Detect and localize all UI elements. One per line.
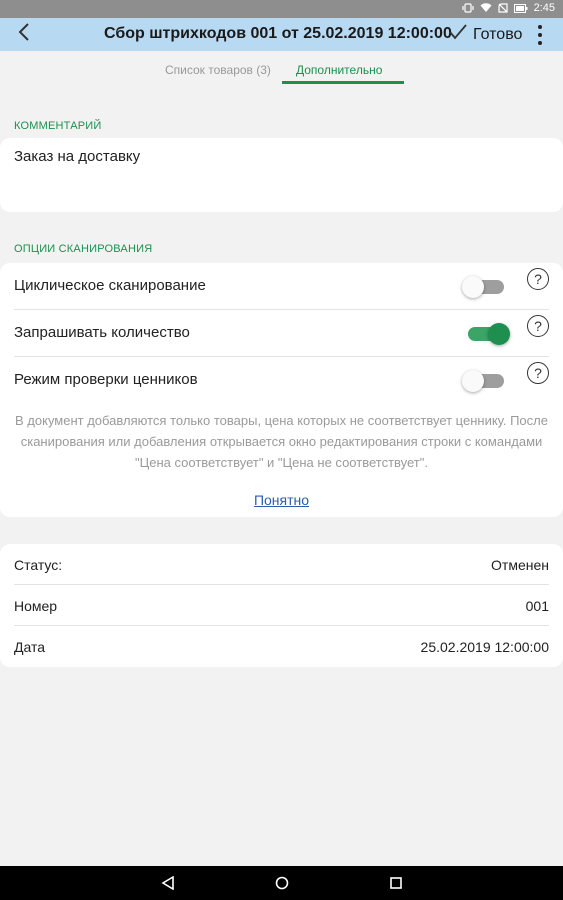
no-sim-icon xyxy=(497,3,508,13)
toggle-thumb xyxy=(462,276,484,298)
toggle-thumb xyxy=(462,370,484,392)
understood-link-wrap: Понятно xyxy=(0,492,563,510)
understood-link[interactable]: Понятно xyxy=(254,492,309,508)
active-tab-indicator xyxy=(282,81,404,84)
battery-icon xyxy=(513,3,528,13)
chevron-left-icon xyxy=(18,22,30,46)
comment-section-header: КОММЕНТАРИЙ xyxy=(14,120,102,132)
tab-bar: Список товаров (3) Дополнительно xyxy=(0,51,563,87)
menu-dot xyxy=(538,33,542,37)
more-vert-icon[interactable] xyxy=(535,23,545,47)
option-ask-quantity: Запрашивать количество ? xyxy=(0,310,563,357)
checkmark-icon xyxy=(449,24,467,45)
option-price-check: Режим проверки ценников ? xyxy=(0,357,563,404)
date-value: 25.02.2019 12:00:00 xyxy=(420,639,549,655)
done-button[interactable]: Готово xyxy=(449,24,522,45)
help-icon[interactable]: ? xyxy=(527,268,549,290)
price-check-hint: В документ добавляются только товары, це… xyxy=(15,413,548,470)
status-bar: 2:45 xyxy=(0,0,563,18)
scan-options-header: ОПЦИИ СКАНИРОВАНИЯ xyxy=(14,243,153,255)
done-label: Готово xyxy=(473,25,523,43)
menu-dot xyxy=(538,41,542,45)
comment-field[interactable]: Заказ на доставку xyxy=(14,148,140,165)
info-row-date: Дата 25.02.2019 12:00:00 xyxy=(0,626,563,667)
help-icon[interactable]: ? xyxy=(527,315,549,337)
cyclic-scan-toggle[interactable] xyxy=(462,276,506,298)
info-label: Номер xyxy=(14,598,58,614)
ask-quantity-toggle[interactable] xyxy=(462,323,510,345)
toggle-thumb xyxy=(488,323,510,345)
info-row-status: Статус: Отменен xyxy=(0,544,563,585)
page-title: Сбор штрихкодов 001 от 25.02.2019 12:00:… xyxy=(104,25,452,42)
tab-goods-list[interactable]: Список товаров (3) xyxy=(165,63,271,77)
option-label: Запрашивать количество xyxy=(14,324,190,341)
document-info-card: Статус: Отменен Номер 001 Дата 25.02.201… xyxy=(0,544,563,667)
price-check-toggle[interactable] xyxy=(462,370,506,392)
info-label: Статус: xyxy=(14,557,63,573)
back-button[interactable] xyxy=(14,22,34,46)
tab-additional[interactable]: Дополнительно xyxy=(296,63,382,77)
wifi-icon xyxy=(480,3,492,13)
status-icons: 2:45 xyxy=(461,2,555,14)
status-value: Отменен xyxy=(491,557,549,573)
nav-recents-icon[interactable] xyxy=(388,875,404,891)
comment-card[interactable]: Заказ на доставку xyxy=(0,138,563,212)
menu-dot xyxy=(538,25,542,29)
scan-options-card: Циклическое сканирование ? Запрашивать к… xyxy=(0,263,563,517)
option-label: Циклическое сканирование xyxy=(14,277,206,294)
nav-back-icon[interactable] xyxy=(160,875,176,891)
vibrate-icon xyxy=(461,3,474,13)
app-bar: Сбор штрихкодов 001 от 25.02.2019 12:00:… xyxy=(0,18,563,51)
system-nav-bar xyxy=(0,866,563,900)
help-icon[interactable]: ? xyxy=(527,362,549,384)
option-cyclic-scan: Циклическое сканирование ? xyxy=(0,263,563,310)
status-time: 2:45 xyxy=(533,2,555,14)
number-value: 001 xyxy=(525,598,549,614)
nav-home-icon[interactable] xyxy=(274,875,290,891)
option-label: Режим проверки ценников xyxy=(14,371,198,388)
info-label: Дата xyxy=(14,639,46,655)
info-row-number: Номер 001 xyxy=(0,585,563,626)
